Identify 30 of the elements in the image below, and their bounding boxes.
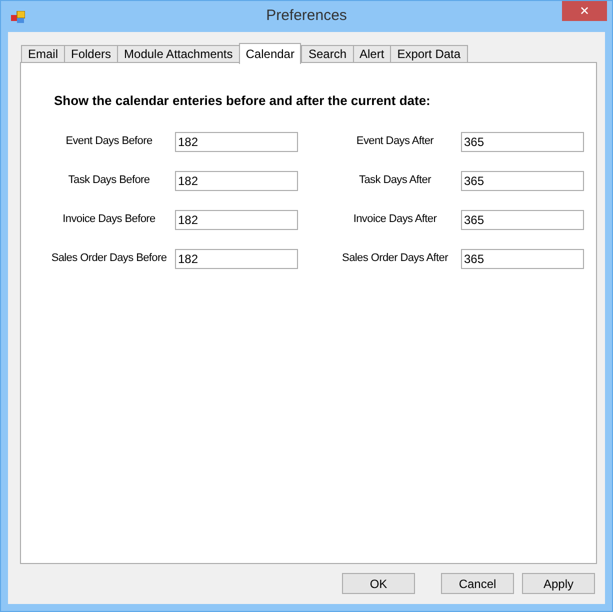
input-field[interactable]: 365: [461, 210, 584, 230]
input-field[interactable]: 182: [175, 210, 298, 230]
field-label: Sales Order Days After: [341, 251, 450, 266]
field-label: Task Days After: [358, 173, 432, 188]
input-field[interactable]: 365: [461, 248, 584, 268]
tab[interactable]: Export Data: [390, 45, 468, 63]
input-field[interactable]: 365: [461, 170, 584, 190]
field-label: Event Days After: [355, 134, 435, 150]
dialog-button[interactable]: Apply: [522, 573, 595, 594]
dialog-button[interactable]: OK: [342, 573, 415, 594]
section-heading: Show the calendar enteries before and after the current date:: [54, 92, 432, 110]
tab[interactable]: Email: [21, 45, 66, 63]
input-field[interactable]: 182: [175, 248, 298, 268]
tab[interactable]: Calendar: [238, 43, 302, 64]
input-field[interactable]: 182: [175, 132, 298, 152]
close-button[interactable]: ✕: [562, 1, 607, 21]
tab[interactable]: Search: [301, 45, 354, 63]
field-label: Sales Order Days Before: [50, 251, 168, 266]
tab[interactable]: Folders: [64, 45, 118, 63]
field-label: Invoice Days After: [352, 212, 438, 228]
tab[interactable]: Module Attachments: [117, 45, 240, 63]
input-field[interactable]: 182: [175, 170, 298, 190]
field-label: Invoice Days Before: [62, 212, 156, 228]
field-label: Task Days Before: [67, 173, 151, 188]
field-label: Event Days Before: [64, 134, 154, 150]
window-title: Preferences: [266, 6, 347, 26]
tab[interactable]: Alert: [352, 45, 392, 63]
input-field[interactable]: 365: [461, 132, 584, 152]
app-icon: [11, 10, 25, 22]
dialog-button[interactable]: Cancel: [441, 573, 514, 594]
